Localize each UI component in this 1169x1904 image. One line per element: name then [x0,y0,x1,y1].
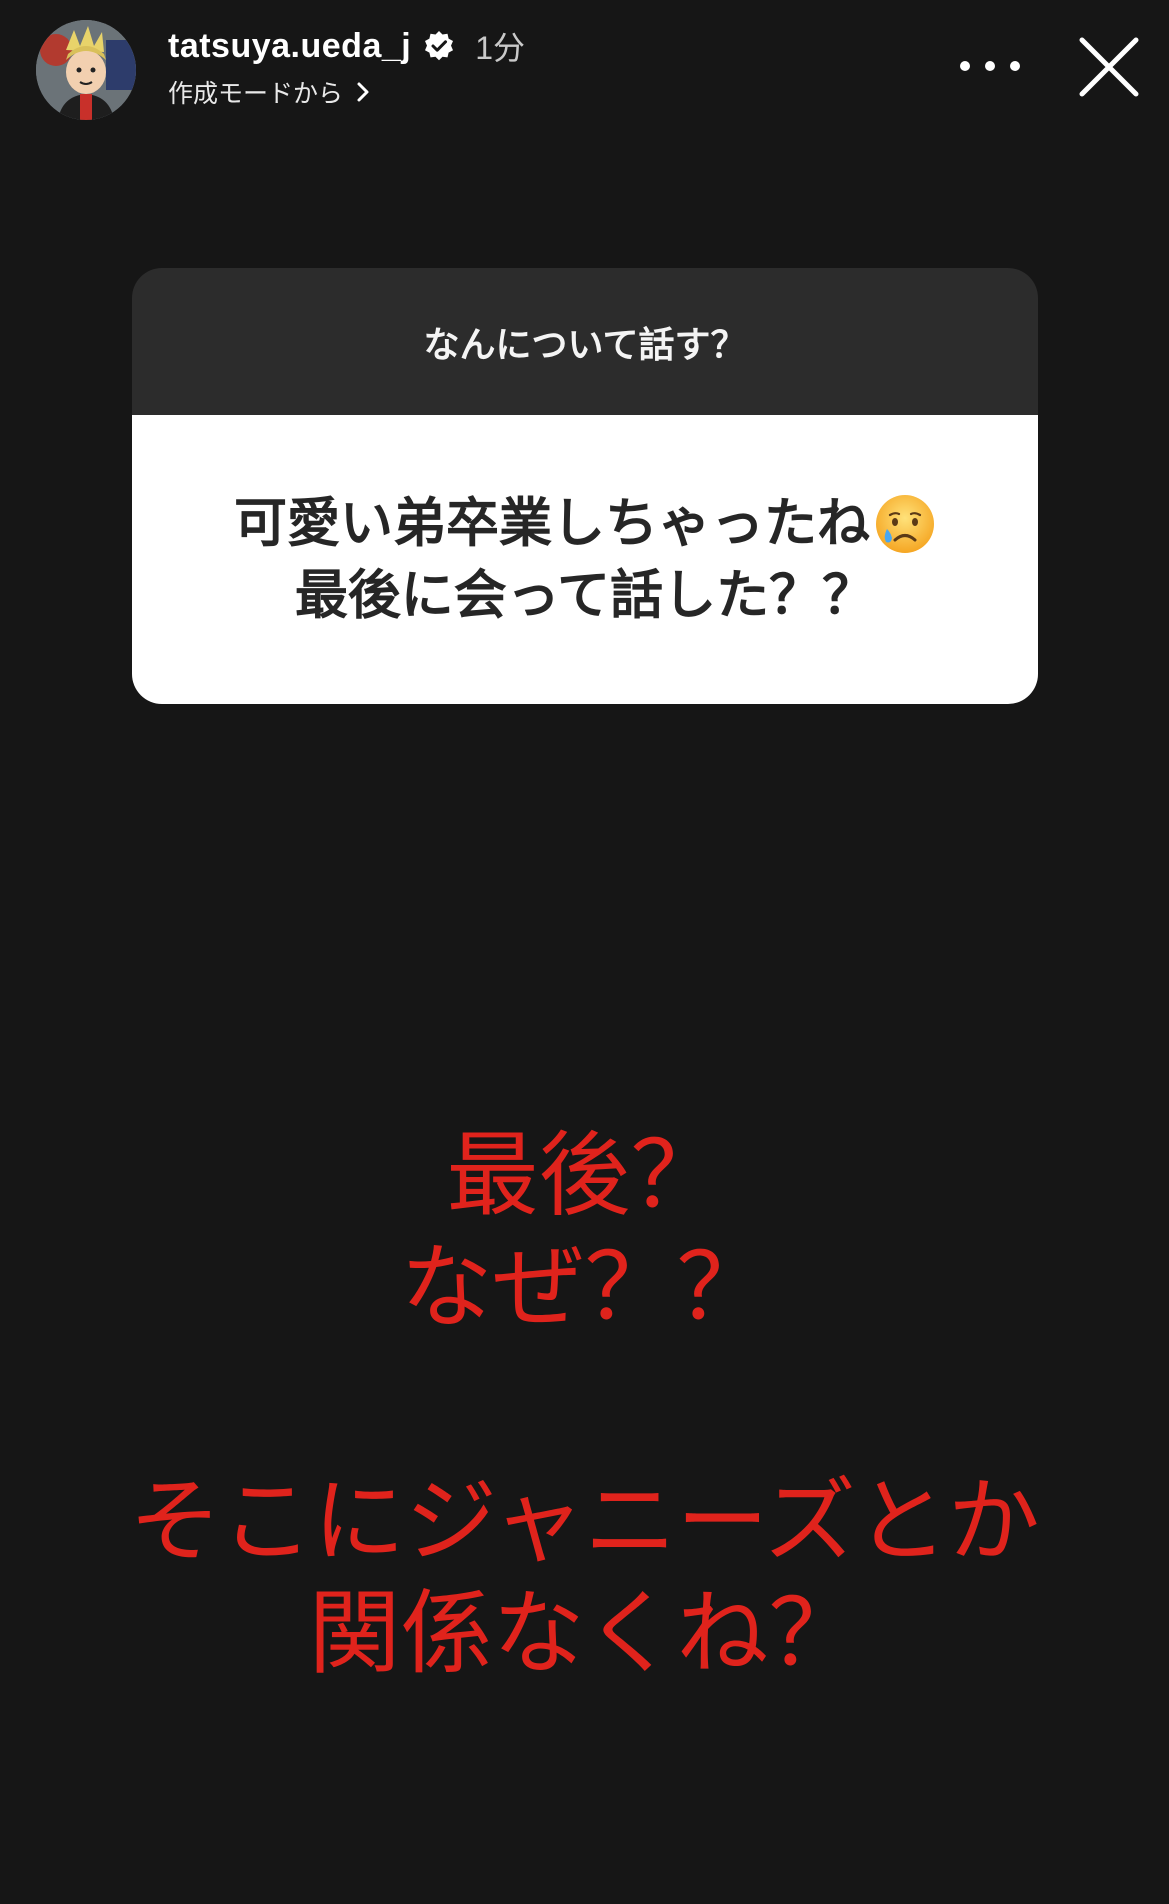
chevron-right-icon [355,80,371,104]
question-sticker-body: 可愛い弟卒業しちゃったね 最後に会って話した？？ [132,415,1038,704]
more-options-icon[interactable] [960,48,1020,84]
more-dot [1010,61,1020,71]
question-prompt: なんについて話す？ [423,324,747,366]
username-row: tatsuya.ueda_j 1分 [168,22,525,70]
question-line-1-row: 可愛い弟卒業しちゃったね [234,488,936,560]
question-sticker[interactable]: なんについて話す？ 可愛い弟卒業しちゃったね 最後に会って話した？？ [132,268,1038,704]
story-header: tatsuya.ueda_j 1分 作成モードから [0,0,1169,140]
more-dot [960,61,970,71]
more-dot [985,61,995,71]
reply-line: 関係なくね？ [308,1580,861,1687]
verified-badge-icon [423,30,455,62]
post-time: 1分 [475,30,526,66]
reply-line: そこにジャニーズとか [129,1468,1040,1575]
reply-line: 最後？ [446,1122,723,1229]
create-mode-link[interactable]: 作成モードから [168,72,371,112]
question-line-2: 最後に会って話した？？ [294,564,876,626]
profile-avatar[interactable] [36,20,136,120]
crying-face-icon [874,493,936,555]
create-mode-label: 作成モードから [168,79,344,108]
question-line-2-row: 最後に会って話した？？ [295,560,875,632]
reply-spacer [0,1344,1169,1466]
story-reply-text: 最後？ なぜ？？ そこにジャニーズとか 関係なくね？ [0,1120,1169,1690]
reply-line: なぜ？？ [400,1234,769,1341]
question-line-1: 可愛い弟卒業しちゃったね [234,492,870,554]
question-sticker-header: なんについて話す？ [132,268,1038,415]
close-icon[interactable] [1076,34,1142,100]
username[interactable]: tatsuya.ueda_j [168,27,411,66]
